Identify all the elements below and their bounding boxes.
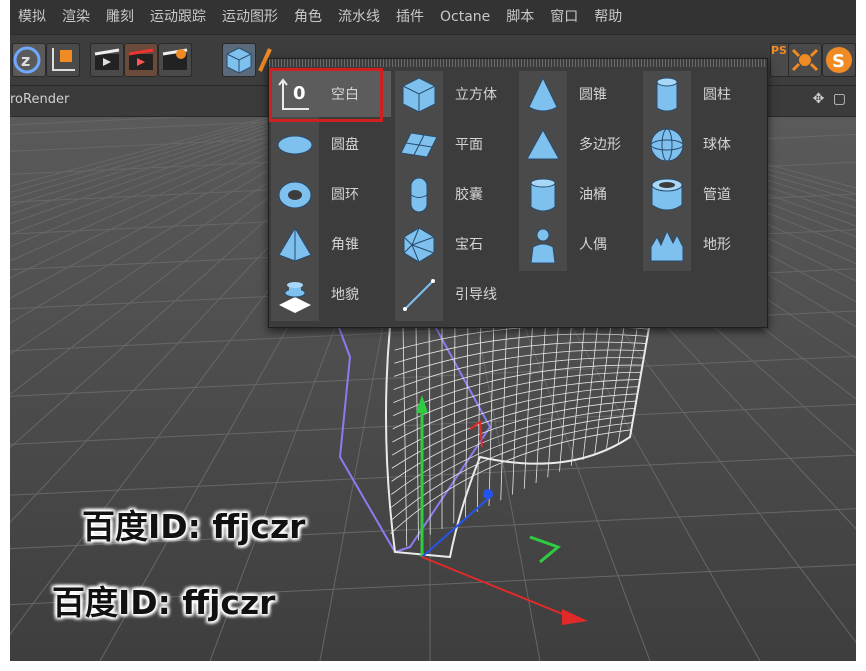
gem-object-item[interactable]: 宝石 xyxy=(395,221,515,267)
mograph-button[interactable] xyxy=(788,43,822,77)
menu-bar: 模拟 渲染 雕刻 运动跟踪 运动图形 角色 流水线 插件 Octane 脚本 窗… xyxy=(10,0,856,34)
menu-script[interactable]: 脚本 xyxy=(498,0,542,34)
torus-object-item[interactable]: 圆环 xyxy=(271,171,391,217)
watermark: 百度ID: ffjczr xyxy=(52,583,276,622)
sphere-icon xyxy=(647,125,687,165)
polygon-object-item[interactable]: 多边形 xyxy=(519,121,639,167)
cube-object-label: 立方体 xyxy=(455,87,497,103)
render-to-picture-viewer-button[interactable] xyxy=(124,43,158,77)
pyramid-icon xyxy=(275,225,315,265)
svg-text:S: S xyxy=(832,51,845,72)
cylinder-object-label: 圆柱 xyxy=(703,87,731,103)
undo-button[interactable]: z xyxy=(12,43,46,77)
menu-mograph[interactable]: 运动图形 xyxy=(214,0,286,34)
capsule-object-label: 胶囊 xyxy=(455,187,483,203)
polygon-icon xyxy=(523,125,563,165)
svg-text:z: z xyxy=(21,51,30,70)
menu-motion-tracking[interactable]: 运动跟踪 xyxy=(142,0,214,34)
menu-octane[interactable]: Octane xyxy=(432,0,498,34)
landscape-object-label: 地貌 xyxy=(331,287,359,303)
plane-icon xyxy=(399,125,439,165)
palette-drag-handle[interactable] xyxy=(269,59,767,67)
menu-character[interactable]: 角色 xyxy=(286,0,330,34)
menu-plugins[interactable]: 插件 xyxy=(388,0,432,34)
capsule-object-item[interactable]: 胶囊 xyxy=(395,171,515,217)
guide-object-item[interactable]: 引导线 xyxy=(395,271,515,317)
object-primitives-palette: 0 空白 圆盘 圆环 角锥 地貌 立方体 平面 胶囊 宝石 引导线 圆锥 多边形… xyxy=(268,58,768,328)
s-icon: S xyxy=(826,47,852,73)
gem-object-label: 宝石 xyxy=(455,237,483,253)
tube-icon xyxy=(647,175,687,215)
sphere-object-item[interactable]: 球体 xyxy=(643,121,763,167)
menu-window[interactable]: 窗口 xyxy=(542,0,586,34)
cone-icon xyxy=(523,75,563,115)
cone-object-item[interactable]: 圆锥 xyxy=(519,71,639,117)
gem-icon xyxy=(399,225,439,265)
menu-help[interactable]: 帮助 xyxy=(586,0,630,34)
capsule-icon xyxy=(399,175,439,215)
oil-tank-icon xyxy=(523,175,563,215)
disc-object-label: 圆盘 xyxy=(331,137,359,153)
z-axis-handle[interactable] xyxy=(483,489,493,499)
effector-icon xyxy=(791,48,819,72)
coordinate-system-button[interactable] xyxy=(46,43,80,77)
selection-highlight xyxy=(269,68,383,122)
guide-icon xyxy=(399,275,439,315)
menu-pipeline[interactable]: 流水线 xyxy=(330,0,388,34)
torus-object-label: 圆环 xyxy=(331,187,359,203)
clapper-gear-icon xyxy=(162,48,188,70)
cylinder-object-item[interactable]: 圆柱 xyxy=(643,71,763,117)
cylinder-icon xyxy=(647,75,687,115)
disc-icon xyxy=(275,125,315,165)
tube-object-item[interactable]: 管道 xyxy=(643,171,763,217)
menu-render[interactable]: 渲染 xyxy=(54,0,98,34)
viewport-renderer-label: roRender xyxy=(10,92,70,107)
cone-object-label: 圆锥 xyxy=(579,87,607,103)
oil-tank-object-label: 油桶 xyxy=(579,187,607,203)
cube-object-item[interactable]: 立方体 xyxy=(395,71,515,117)
clapper-red-icon xyxy=(128,48,154,70)
render-settings-button[interactable] xyxy=(158,43,192,77)
sphere-object-label: 球体 xyxy=(703,137,731,153)
cube-icon xyxy=(226,47,252,74)
cube-object-button[interactable] xyxy=(222,43,256,77)
menu-sculpt[interactable]: 雕刻 xyxy=(98,0,142,34)
figure-object-item[interactable]: 人偶 xyxy=(519,221,639,267)
figure-icon xyxy=(523,225,563,265)
cube-icon xyxy=(399,75,439,115)
polygon-object-label: 多边形 xyxy=(579,137,621,153)
plane-object-label: 平面 xyxy=(455,137,483,153)
z-icon: z xyxy=(13,46,41,74)
terrain-icon xyxy=(647,225,687,265)
landscape-object-item[interactable]: 地貌 xyxy=(271,271,391,317)
torus-icon xyxy=(275,175,315,215)
c4d-window: 模拟 渲染 雕刻 运动跟踪 运动图形 角色 流水线 插件 Octane 脚本 窗… xyxy=(10,0,856,661)
viewport-navigation-icon[interactable]: ✥ ▢ xyxy=(813,91,848,107)
tube-object-label: 管道 xyxy=(703,187,731,203)
guide-object-label: 引导线 xyxy=(455,287,497,303)
clapper-icon xyxy=(94,48,120,70)
pyramid-object-label: 角锥 xyxy=(331,237,359,253)
landscape-icon xyxy=(275,275,315,315)
menu-simulate[interactable]: 模拟 xyxy=(10,0,54,34)
render-view-button[interactable] xyxy=(90,43,124,77)
axis-cube-icon xyxy=(52,48,75,71)
watermark: 百度ID: ffjczr xyxy=(82,507,306,546)
scene-button[interactable]: S xyxy=(822,43,856,77)
terrain-object-item[interactable]: 地形 xyxy=(643,221,763,267)
terrain-object-label: 地形 xyxy=(703,237,731,253)
disc-object-item[interactable]: 圆盘 xyxy=(271,121,391,167)
plane-object-item[interactable]: 平面 xyxy=(395,121,515,167)
oil-tank-object-item[interactable]: 油桶 xyxy=(519,171,639,217)
pyramid-object-item[interactable]: 角锥 xyxy=(271,221,391,267)
figure-object-label: 人偶 xyxy=(579,237,607,253)
